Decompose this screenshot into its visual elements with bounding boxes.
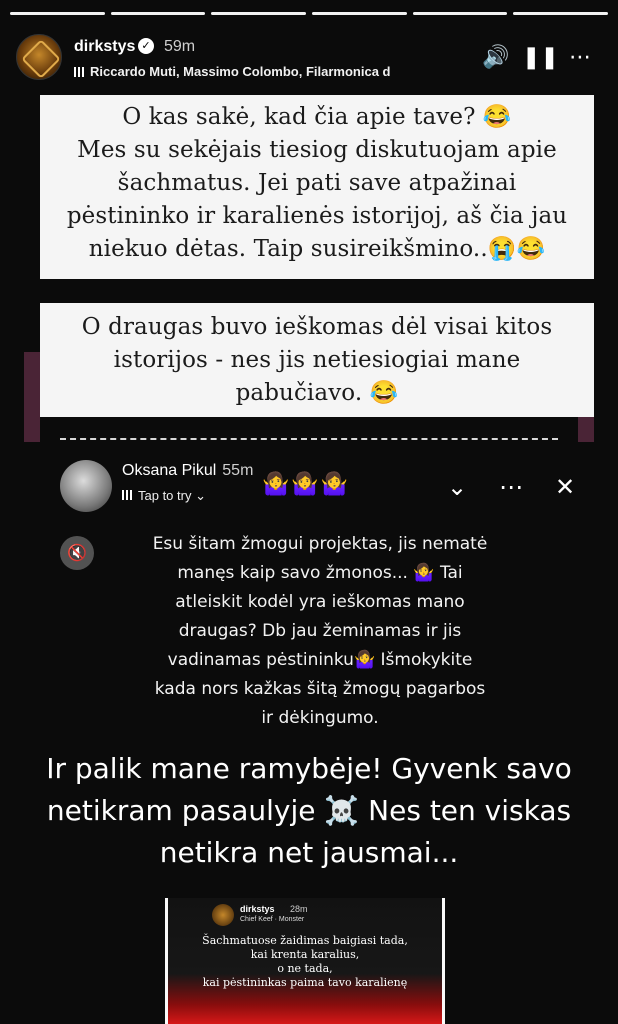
thumb-avatar <box>212 904 234 926</box>
mute-icon[interactable]: 🔇 <box>60 536 94 570</box>
paragraph-line: vadinamas pėstininku🤷‍♀️ Išmokykite <box>167 650 473 670</box>
progress-segment <box>412 12 508 15</box>
tap-to-try[interactable]: Tap to try ⌄ <box>122 488 206 504</box>
repost-timestamp: 55m <box>222 462 254 479</box>
shrug-emojis: 🤷‍♀️🤷‍♀️🤷‍♀️ <box>262 472 351 497</box>
big-line: netikra net jausmai... <box>159 836 459 869</box>
card-line: Mes su sekėjais tiesiog diskutuojam apie <box>77 137 557 163</box>
card-line: O draugas buvo ieškomas dėl visai kitos <box>81 314 553 340</box>
volume-icon[interactable]: 🔊 <box>482 44 510 72</box>
music-label: Riccardo Muti, Massimo Colombo, Filarmon… <box>90 64 391 79</box>
paragraph-line: kada nors kažkas šitą žmogų pagarbos <box>154 679 486 699</box>
thumb-line: o ne tada, <box>277 962 333 975</box>
paragraph-line: Esu šitam žmogui projektas, jis nematė <box>152 534 488 554</box>
thumb-music: Chief Keef · Monster <box>240 916 305 923</box>
thumb-line: kai krenta karalius, <box>250 948 360 961</box>
pause-icon[interactable]: ❚❚ <box>522 44 559 72</box>
paragraph-line: draugas? Db jau žeminamas ir jis <box>178 621 462 641</box>
card-line: niekuo dėtas. Taip susireikšmino..😭😂 <box>88 236 546 262</box>
close-icon[interactable]: ✕ <box>550 472 580 502</box>
card-line: pabučiavo. 😂 <box>235 380 399 406</box>
card-line: pėstininko ir karalienės istorijoj, aš č… <box>66 203 568 229</box>
story-header: dirkstys ✓ 59m Riccardo Muti, Massimo Co… <box>16 30 604 80</box>
repost-avatar[interactable] <box>60 460 112 512</box>
progress-segment <box>10 12 105 15</box>
repost-paragraph: Esu šitam žmogui projektas, jis nematė m… <box>150 530 490 733</box>
avatar[interactable] <box>16 34 62 80</box>
paragraph-line: atleiskit kodėl yra ieškomas mano <box>175 592 465 612</box>
music-track[interactable]: Riccardo Muti, Massimo Colombo, Filarmon… <box>74 64 464 79</box>
big-line: netikram pasaulyje ☠️ Nes ten viskas <box>46 794 572 827</box>
card-line: istorijos - nes jis netiesiogiai mane <box>113 347 521 373</box>
music-bars-icon <box>74 67 84 77</box>
thumb-timestamp: 28m <box>290 904 308 914</box>
nested-story-thumbnail[interactable]: dirkstys 28m Chief Keef · Monster Šachma… <box>165 898 445 1024</box>
repost-username: Oksana Pikul <box>122 462 217 479</box>
dashed-divider <box>60 438 558 440</box>
thumb-text: Šachmatuose žaidimas baigiasi tada, kai … <box>168 934 442 990</box>
progress-segment <box>110 12 206 15</box>
repost-big-text: Ir palik mane ramybėje! Gyvenk savo neti… <box>0 748 618 874</box>
tap-label: Tap to try <box>138 488 192 503</box>
username[interactable]: dirkstys <box>74 38 135 56</box>
chevron-down-icon: ⌄ <box>195 488 206 503</box>
verified-badge-icon: ✓ <box>138 38 154 54</box>
paragraph-line: ir dėkingumo. <box>261 708 379 728</box>
more-icon[interactable]: ⋯ <box>496 472 526 502</box>
chevron-down-icon[interactable]: ⌄ <box>442 472 472 502</box>
paragraph-line: manęs kaip savo žmonos... 🤷‍♀️ Tai <box>177 563 463 583</box>
thumb-username: dirkstys <box>240 904 275 914</box>
repost-user[interactable]: Oksana Pikul 55m <box>122 462 253 480</box>
background-edge <box>24 352 40 442</box>
progress-segment <box>513 12 609 15</box>
text-card-2: O draugas buvo ieškomas dėl visai kitos … <box>40 303 594 417</box>
text-card-1: O kas sakė, kad čia apie tave? 😂 Mes su … <box>40 95 594 279</box>
story-progress-bar <box>10 12 609 15</box>
timestamp: 59m <box>164 38 196 55</box>
thumb-line: kai pėstininkas paima tavo karalienę <box>202 976 408 989</box>
progress-segment <box>312 12 407 15</box>
thumb-line: Šachmatuose žaidimas baigiasi tada, <box>202 934 408 947</box>
more-icon[interactable]: ⋯ <box>566 44 594 72</box>
big-line: Ir palik mane ramybėje! Gyvenk savo <box>46 752 572 785</box>
card-line: šachmatus. Jei pati save atpažinai <box>117 170 517 196</box>
card-line: O kas sakė, kad čia apie tave? 😂 <box>122 104 512 130</box>
progress-segment <box>211 12 307 15</box>
audio-bars-icon <box>122 490 132 500</box>
